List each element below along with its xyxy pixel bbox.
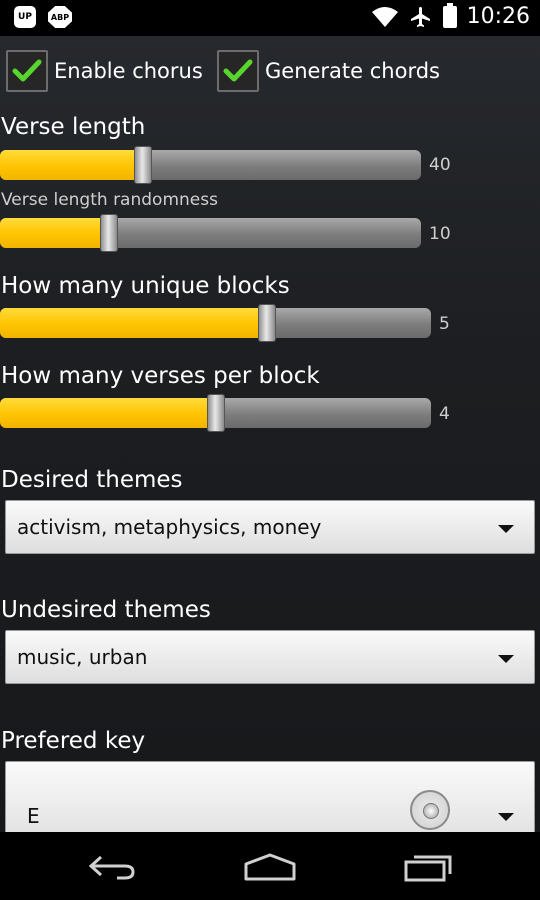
slider-thumb[interactable] [100, 214, 118, 252]
checkmark-icon [223, 59, 253, 82]
slider-thumb[interactable] [207, 394, 225, 432]
dropdown-arrow-icon [498, 655, 514, 663]
preferred-key-value: E [27, 804, 40, 828]
verses-per-block-value: 4 [439, 404, 450, 424]
checkmark-icon [12, 59, 42, 82]
unique-blocks-value: 5 [439, 314, 450, 334]
back-icon[interactable] [82, 850, 142, 884]
preferred-key-label: Prefered key [1, 728, 146, 754]
verse-length-randomness-label: Verse length randomness [1, 190, 218, 210]
wifi-icon [371, 6, 398, 27]
verses-per-block-label: How many verses per block [1, 363, 320, 389]
generate-chords-checkbox[interactable] [217, 50, 259, 92]
verse-length-slider[interactable] [0, 146, 421, 184]
radio-button-icon[interactable] [410, 790, 450, 830]
slider-fill [0, 308, 267, 338]
desired-themes-label: Desired themes [1, 467, 183, 493]
verses-per-block-slider[interactable] [0, 394, 431, 432]
undesired-themes-label: Undesired themes [1, 597, 211, 623]
unique-blocks-slider[interactable] [0, 304, 431, 342]
home-icon[interactable] [240, 850, 300, 884]
enable-chorus-label: Enable chorus [54, 59, 203, 83]
settings-panel: Enable chorus Generate chords Verse leng… [0, 36, 540, 832]
enable-chorus-option[interactable]: Enable chorus [6, 50, 203, 92]
recent-apps-icon[interactable] [398, 850, 458, 884]
verse-length-label: Verse length [1, 114, 146, 140]
desired-themes-spinner[interactable]: activism, metaphysics, money [5, 500, 535, 554]
unique-blocks-label: How many unique blocks [1, 273, 290, 299]
enable-chorus-checkbox[interactable] [6, 50, 48, 92]
navigation-bar [0, 832, 540, 900]
verse-length-randomness-slider[interactable] [0, 214, 421, 252]
verse-length-value: 40 [429, 155, 451, 175]
undesired-themes-value: music, urban [17, 645, 148, 669]
abp-icon: ABP [48, 6, 72, 28]
status-bar: UP ABP 10:26 [0, 0, 540, 36]
battery-icon [442, 2, 457, 28]
undesired-themes-spinner[interactable]: music, urban [5, 630, 535, 684]
slider-thumb[interactable] [134, 146, 152, 184]
slider-fill [0, 398, 216, 428]
dropdown-arrow-icon [498, 813, 514, 821]
airplane-icon [410, 6, 430, 27]
dropdown-arrow-icon [498, 525, 514, 533]
verse-length-randomness-value: 10 [429, 224, 451, 244]
generate-chords-label: Generate chords [265, 59, 440, 83]
slider-fill [0, 150, 143, 180]
preferred-key-spinner[interactable]: E [5, 761, 535, 832]
desired-themes-value: activism, metaphysics, money [17, 515, 322, 539]
generate-chords-option[interactable]: Generate chords [217, 50, 440, 92]
phone-app-icon: UP [14, 6, 36, 28]
slider-fill [0, 218, 109, 248]
clock: 10:26 [466, 4, 530, 29]
slider-thumb[interactable] [258, 304, 276, 342]
